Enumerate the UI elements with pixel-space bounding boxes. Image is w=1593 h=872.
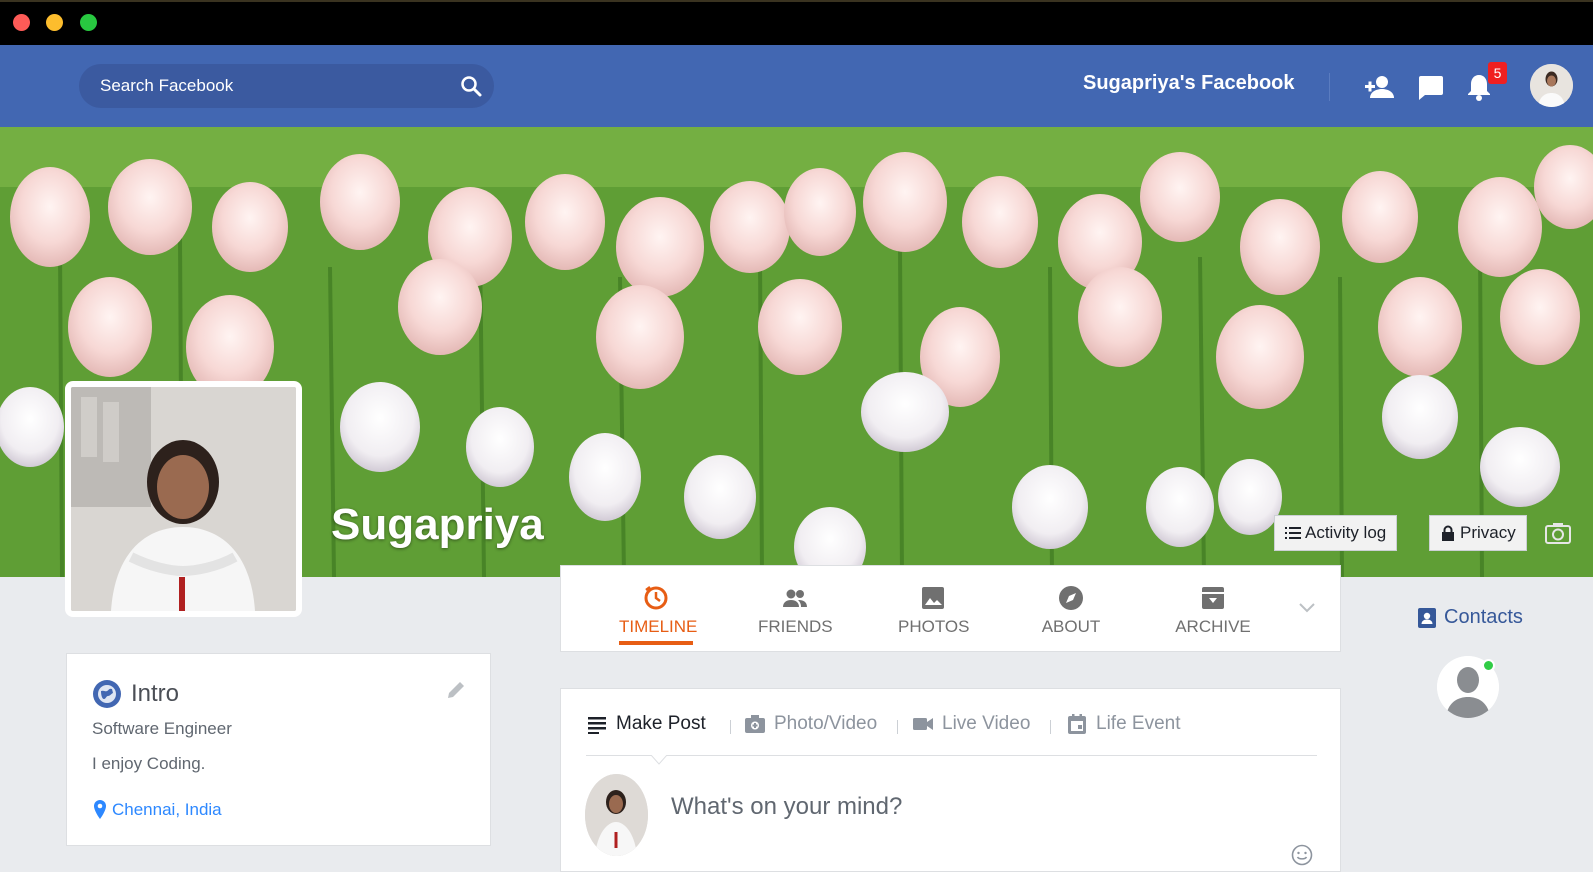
maximize-window-button[interactable]	[80, 14, 97, 31]
intro-location-link[interactable]: Chennai, India	[92, 800, 222, 820]
profile-tabs: TIMELINE FRIENDS PHOTOS ABOUT ARCHIVE	[560, 565, 1341, 652]
tab-timeline[interactable]: TIMELINE	[619, 566, 697, 653]
nav-divider	[1329, 73, 1330, 101]
notification-badge: 5	[1488, 62, 1507, 84]
make-post-label: Make Post	[616, 713, 706, 734]
tab-label: ARCHIVE	[1175, 617, 1251, 636]
camera-icon	[745, 715, 765, 733]
lines-icon	[588, 717, 606, 734]
lock-icon	[1442, 525, 1454, 541]
add-friend-icon[interactable]	[1363, 71, 1395, 103]
intro-occupation: Software Engineer	[92, 719, 232, 738]
life-event-tab[interactable]: Life Event	[1066, 713, 1181, 735]
online-status-dot	[1482, 659, 1495, 672]
messages-icon[interactable]	[1414, 71, 1446, 103]
activity-log-button[interactable]: Activity log	[1274, 515, 1398, 551]
contacts-book-icon	[1418, 607, 1436, 628]
tab-photos[interactable]: PHOTOS	[898, 566, 970, 653]
privacy-button[interactable]: Privacy	[1429, 515, 1527, 551]
whats-on-your-mind-input[interactable]	[671, 793, 1271, 821]
tab-archive[interactable]: ARCHIVE	[1175, 566, 1251, 653]
photo-video-label: Photo/Video	[774, 713, 878, 734]
profile-picture[interactable]	[65, 381, 302, 617]
timeline-icon	[644, 586, 668, 610]
privacy-label: Privacy	[1460, 523, 1516, 542]
active-tab-pointer	[651, 755, 667, 765]
calendar-icon	[1068, 714, 1086, 734]
profile-name: Sugapriya	[331, 500, 544, 549]
user-avatar[interactable]	[1530, 64, 1573, 107]
window-titlebar	[0, 0, 1593, 45]
composer-avatar	[585, 774, 648, 856]
top-navbar: Sugapriya's Facebook 5	[0, 45, 1593, 127]
emoji-icon[interactable]	[1291, 844, 1313, 866]
location-label: Chennai, India	[112, 800, 222, 819]
camera-icon[interactable]	[1545, 522, 1571, 544]
life-event-label: Life Event	[1096, 713, 1181, 734]
composer-separator	[897, 720, 898, 734]
compass-icon	[1059, 586, 1083, 610]
composer-separator	[1050, 720, 1051, 734]
composer-tabs: Make Post Photo/Video Live Video Life Ev…	[586, 689, 1317, 756]
post-composer: Make Post Photo/Video Live Video Life Ev…	[560, 688, 1341, 872]
photos-icon	[922, 587, 944, 609]
intro-card: Intro Software Engineer I enjoy Coding. …	[66, 653, 491, 846]
search-input[interactable]	[79, 64, 439, 108]
contacts-label: Contacts	[1444, 606, 1523, 628]
live-video-label: Live Video	[942, 713, 1031, 734]
composer-separator	[730, 720, 731, 734]
photo-video-tab[interactable]: Photo/Video	[744, 713, 877, 735]
minimize-window-button[interactable]	[46, 14, 63, 31]
site-title-link[interactable]: Sugapriya's Facebook	[1083, 72, 1295, 95]
list-icon	[1285, 527, 1301, 539]
tab-friends[interactable]: FRIENDS	[758, 566, 833, 653]
pencil-icon[interactable]	[445, 679, 467, 701]
activity-log-label: Activity log	[1305, 523, 1387, 542]
make-post-tab[interactable]: Make Post	[586, 713, 706, 735]
tab-label: TIMELINE	[619, 617, 698, 636]
search-box	[79, 64, 494, 108]
video-camera-icon	[913, 718, 933, 730]
intro-title: Intro	[131, 680, 180, 707]
intro-bio: I enjoy Coding.	[92, 754, 206, 773]
chevron-down-icon[interactable]	[1296, 596, 1318, 618]
live-video-tab[interactable]: Live Video	[912, 713, 1030, 735]
close-window-button[interactable]	[13, 14, 30, 31]
archive-icon	[1202, 587, 1224, 609]
globe-icon	[93, 680, 121, 708]
location-pin-icon	[94, 800, 106, 819]
tab-about[interactable]: ABOUT	[1041, 566, 1101, 653]
tab-label: ABOUT	[1041, 617, 1101, 636]
search-icon[interactable]	[459, 74, 483, 98]
tab-label: FRIENDS	[758, 617, 833, 636]
contacts-heading[interactable]: Contacts	[1417, 606, 1523, 629]
tab-label: PHOTOS	[898, 617, 970, 636]
friends-icon	[783, 589, 807, 607]
